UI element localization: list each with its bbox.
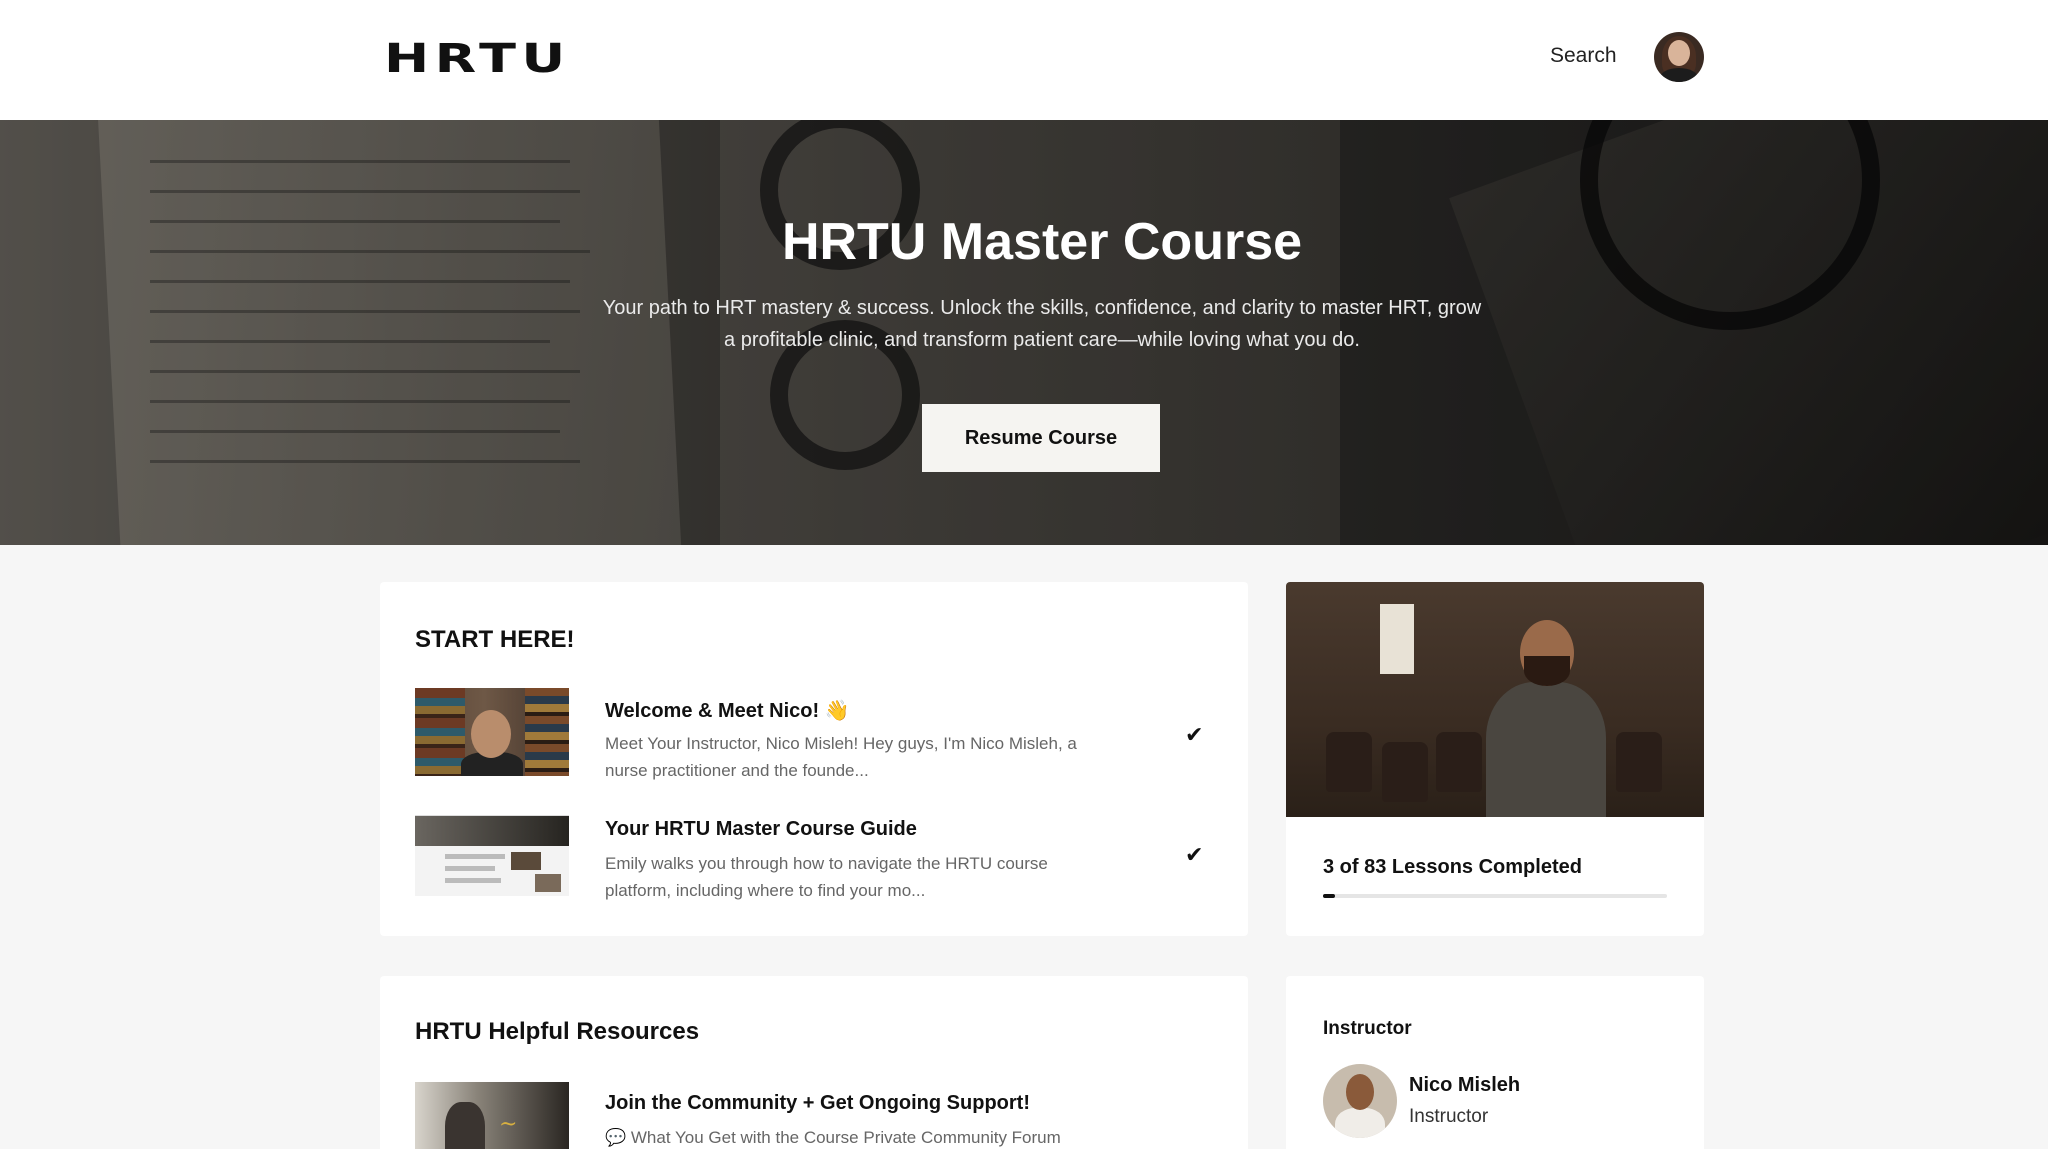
lesson-item[interactable]: Welcome & Meet Nico! 👋 Meet Your Instruc… (415, 688, 1215, 780)
lesson-title[interactable]: Welcome & Meet Nico! 👋 (605, 698, 850, 723)
photo-chair (1436, 732, 1482, 792)
avatar-head (1346, 1074, 1374, 1110)
lesson-thumbnail[interactable] (415, 688, 569, 776)
checkmark-icon: ✔ (1185, 842, 1204, 867)
lesson-item[interactable]: Your HRTU Master Course Guide Emily walk… (415, 808, 1215, 900)
user-avatar[interactable] (1654, 32, 1704, 82)
thumb-image (511, 852, 541, 870)
photo-window (1380, 604, 1414, 674)
lesson-title[interactable]: Join the Community + Get Ongoing Support… (605, 1092, 1030, 1115)
avatar-body (1335, 1108, 1385, 1138)
lesson-item[interactable]: ~ Join the Community + Get Ongoing Suppo… (415, 1082, 1215, 1149)
progress-bar (1323, 894, 1667, 898)
thumb-person (445, 1102, 485, 1149)
lesson-title[interactable]: Your HRTU Master Course Guide (605, 818, 917, 841)
thumb-person-head (471, 710, 511, 758)
lesson-description: Emily walks you through how to navigate … (605, 854, 1048, 900)
avatar-body (1660, 68, 1698, 82)
instructor-photo (1286, 582, 1704, 817)
lesson-thumbnail[interactable]: ~ (415, 1082, 569, 1149)
lesson-thumbnail[interactable] (415, 808, 569, 896)
avatar-face (1668, 40, 1690, 66)
lesson-description: 💬 What You Get with the Course Private C… (605, 1128, 1061, 1147)
instructor-role: Instructor (1409, 1106, 1489, 1127)
resume-course-button[interactable]: Resume Course (922, 404, 1160, 472)
thumb-bookshelf (415, 688, 465, 776)
thumb-bookshelf (525, 688, 569, 776)
lessons-completed-text: 3 of 83 Lessons Completed (1323, 856, 1582, 878)
instructor-avatar[interactable] (1323, 1064, 1397, 1138)
top-header: HRTU Search (0, 0, 2048, 120)
thumb-banner (415, 816, 569, 846)
thumb-row (445, 854, 505, 859)
helpful-resources-card: HRTU Helpful Resources ~ Join the Commun… (380, 976, 1248, 1149)
thumb-image (535, 874, 561, 892)
course-title: HRTU Master Course (781, 213, 1303, 271)
search-link[interactable]: Search (1550, 44, 1617, 68)
start-here-card: START HERE! Welcome & Meet Nico! 👋 Meet … (380, 582, 1248, 936)
start-here-title: START HERE! (415, 626, 575, 653)
helpful-resources-title: HRTU Helpful Resources (415, 1018, 700, 1045)
instructor-label: Instructor (1323, 1018, 1412, 1039)
course-subtitle: Your path to HRT mastery & success. Unlo… (602, 297, 1482, 351)
photo-chair (1326, 732, 1372, 792)
thumb-row (445, 866, 495, 871)
course-progress-card: 3 of 83 Lessons Completed (1286, 582, 1704, 936)
thumb-navbar (415, 808, 569, 816)
hero-banner: HRTU Master Course Your path to HRT mast… (0, 120, 2048, 545)
instructor-card: Instructor Nico Misleh Instructor (1286, 976, 1704, 1149)
photo-chair (1382, 742, 1428, 802)
instructor-name[interactable]: Nico Misleh (1409, 1074, 1520, 1097)
checkmark-icon: ✔ (1185, 722, 1204, 747)
photo-person-beard (1524, 656, 1570, 686)
photo-person-body (1486, 682, 1606, 817)
photo-chair (1616, 732, 1662, 792)
progress-bar-fill (1323, 894, 1336, 898)
site-logo[interactable]: HRTU (384, 36, 571, 82)
lesson-description: Meet Your Instructor, Nico Misleh! Hey g… (605, 734, 1077, 780)
thumb-signature-graphic: ~ (499, 1112, 518, 1137)
thumb-row (445, 878, 501, 883)
